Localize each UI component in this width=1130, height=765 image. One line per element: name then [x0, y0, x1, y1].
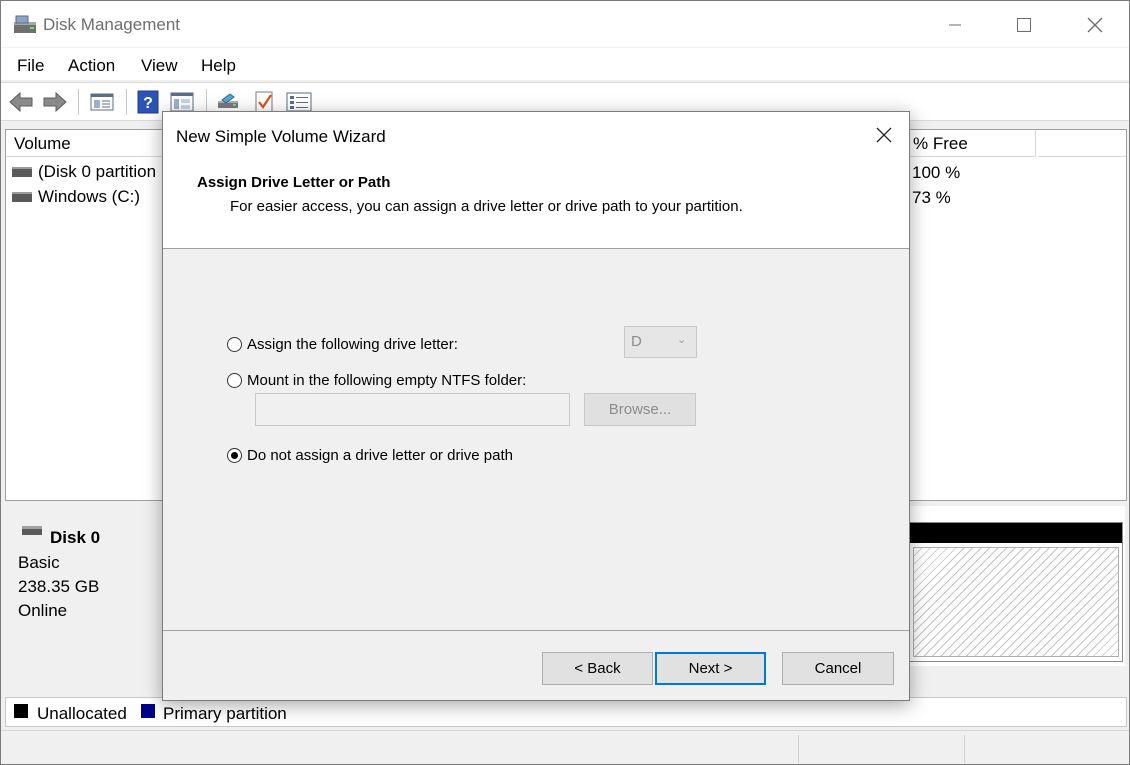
toolbar-separator [126, 89, 127, 115]
cancel-button-label: Cancel [814, 660, 862, 677]
help-icon: ? [137, 90, 159, 114]
disk-size: 238.35 GB [18, 577, 100, 596]
next-button-label: Next > [688, 660, 733, 677]
status-divider [798, 735, 799, 763]
menu-help[interactable]: Help [201, 56, 236, 76]
dialog-close-button[interactable] [869, 122, 899, 148]
drive-letter-select[interactable]: D ⌄ [624, 326, 697, 358]
window-title: Disk Management [43, 15, 181, 34]
menu-file[interactable]: File [17, 56, 44, 76]
radio-label: Do not assign a drive letter or drive pa… [247, 447, 513, 464]
minimize-icon [949, 24, 961, 26]
radio-no-drive-letter[interactable]: Do not assign a drive letter or drive pa… [227, 447, 513, 464]
disk-status: Online [18, 601, 68, 620]
browse-button[interactable]: Browse... [584, 393, 696, 426]
column-header-empty[interactable] [1038, 130, 1126, 157]
legend: Unallocated Primary partition [5, 697, 1127, 727]
connect-disk-icon [218, 93, 238, 108]
forward-arrow-icon [43, 91, 67, 113]
dialog-divider [163, 630, 909, 631]
radio-mount-ntfs-folder[interactable]: Mount in the following empty NTFS folder… [227, 372, 526, 389]
show-hide-console-tree-button[interactable] [89, 89, 115, 115]
back-button[interactable]: < Back [542, 652, 653, 685]
show-hide-console-tree-icon [90, 93, 114, 111]
status-bar [1, 730, 1129, 764]
maximize-icon [1017, 18, 1031, 32]
cancel-button[interactable]: Cancel [782, 652, 894, 685]
status-divider [964, 735, 965, 763]
column-header-volume-label: Volume [14, 134, 71, 153]
radio-button-selected[interactable] [227, 448, 242, 463]
column-header-volume[interactable]: Volume [6, 130, 165, 157]
radio-label: Assign the following drive letter: [247, 336, 458, 353]
back-arrow-icon [9, 91, 33, 113]
legend-label-unallocated: Unallocated [37, 704, 127, 723]
volume-name: (Disk 0 partition [38, 162, 157, 181]
volume-name: Windows (C:) [38, 187, 141, 206]
minimize-button[interactable] [932, 9, 978, 41]
volume-free-percent: 100 % [912, 163, 961, 182]
svg-text:?: ? [143, 95, 153, 112]
next-button[interactable]: Next > [655, 652, 766, 685]
volume-free-percent: 73 % [912, 188, 951, 207]
wizard-page-description: For easier access, you can assign a driv… [230, 198, 743, 215]
ntfs-folder-path-input[interactable] [255, 393, 570, 426]
partition-header-bar [910, 523, 1122, 543]
title-bar: Disk Management [1, 1, 1129, 47]
close-icon [1087, 17, 1103, 33]
maximize-button[interactable] [1001, 9, 1047, 41]
volume-row[interactable]: (Disk 0 partition [10, 162, 156, 182]
legend-swatch-primary-partition [141, 704, 155, 718]
column-header-free-percent[interactable]: % Free [905, 130, 1036, 157]
legend-label-primary-partition: Primary partition [163, 704, 287, 723]
partition-hatched-area [913, 547, 1119, 657]
volume-row[interactable]: Windows (C:) [10, 187, 140, 207]
menu-bar: File Action View Help [1, 48, 1129, 80]
radio-label: Mount in the following empty NTFS folder… [247, 372, 527, 389]
legend-swatch-unallocated [14, 704, 28, 718]
wizard-page-heading: Assign Drive Letter or Path [197, 174, 391, 191]
forward-button[interactable] [42, 89, 68, 115]
close-icon [876, 127, 892, 143]
disk-info-panel[interactable]: Disk 0 Basic 238.35 GB Online [5, 506, 163, 666]
disk-type: Basic [18, 553, 60, 572]
close-button[interactable] [1072, 9, 1118, 41]
back-button-label: < Back [574, 660, 621, 677]
radio-button[interactable] [227, 337, 242, 352]
new-simple-volume-wizard-dialog: New Simple Volume Wizard Assign Drive Le… [162, 111, 910, 701]
volume-drive-icon [12, 192, 32, 202]
disk-icon [22, 523, 42, 541]
drive-letter-value: D [631, 333, 642, 350]
browse-button-label: Browse... [608, 401, 672, 418]
menu-action[interactable]: Action [68, 56, 115, 76]
menu-view[interactable]: View [141, 56, 178, 76]
help-button[interactable]: ? [135, 89, 161, 115]
radio-button[interactable] [227, 373, 242, 388]
volume-drive-icon [12, 167, 32, 177]
toolbar-separator [78, 89, 79, 115]
disk-management-app-icon [13, 13, 37, 40]
wizard-header: New Simple Volume Wizard Assign Drive Le… [163, 112, 909, 249]
column-header-free-percent-label: % Free [913, 134, 968, 153]
unallocated-partition[interactable] [909, 522, 1123, 662]
properties-icon [170, 92, 194, 112]
chevron-down-icon: ⌄ [677, 334, 687, 346]
dialog-title: New Simple Volume Wizard [176, 127, 386, 146]
disk-name: Disk 0 [50, 528, 101, 547]
list-icon [286, 92, 312, 112]
radio-assign-drive-letter[interactable]: Assign the following drive letter: [227, 336, 458, 353]
back-button[interactable] [8, 89, 34, 115]
